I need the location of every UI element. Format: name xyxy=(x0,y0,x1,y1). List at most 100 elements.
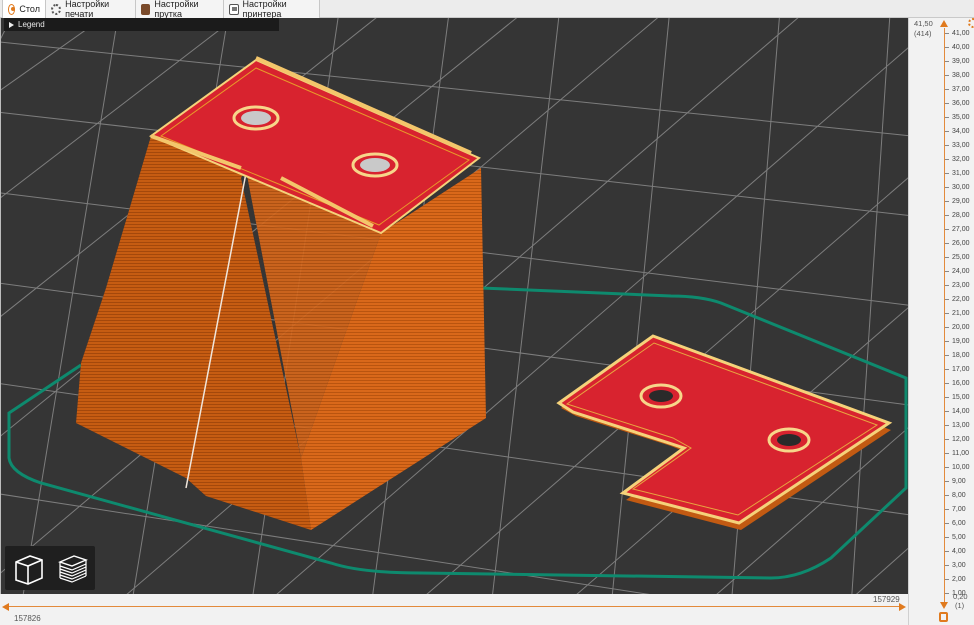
horizontal-min-label: 157826 xyxy=(14,614,41,623)
layers-view-icon[interactable] xyxy=(52,548,92,588)
vertical-tick-label: 23,00 xyxy=(952,282,970,289)
vertical-tick xyxy=(945,537,949,538)
tab-printer-settings-label: Настройки принтера xyxy=(242,0,287,19)
vertical-tick-label: 7,00 xyxy=(952,506,966,513)
vertical-tick xyxy=(945,495,949,496)
legend-label: Legend xyxy=(18,20,45,29)
vertical-tick-label: 32,00 xyxy=(952,156,970,163)
vertical-tick xyxy=(945,551,949,552)
tall-print-part xyxy=(76,56,486,530)
horizontal-max-label: 157929 xyxy=(873,595,900,604)
3d-viewport[interactable]: Legend xyxy=(0,18,908,594)
vertical-tick-label: 29,00 xyxy=(952,198,970,205)
vertical-tick xyxy=(945,369,949,370)
vertical-tick-label: 17,00 xyxy=(952,366,970,373)
tab-print-settings-label: Настройки печати xyxy=(65,0,110,19)
vertical-tick xyxy=(945,579,949,580)
tab-print-settings[interactable]: Настройки печати xyxy=(46,0,136,19)
bed-scene[interactable] xyxy=(1,18,908,594)
vertical-tick xyxy=(945,523,949,524)
vertical-tick-label: 38,00 xyxy=(952,72,970,79)
tab-plate[interactable]: Стол xyxy=(2,0,46,18)
vertical-tick xyxy=(945,257,949,258)
vertical-tick xyxy=(945,215,949,216)
vertical-tick xyxy=(945,411,949,412)
vertical-tick-label: 39,00 xyxy=(952,58,970,65)
vertical-tick xyxy=(945,425,949,426)
view-mode-buttons xyxy=(5,546,95,590)
vertical-tick xyxy=(945,355,949,356)
tab-bar: Стол Настройки печати Настройки прутка Н… xyxy=(0,0,974,19)
vertical-tick-label: 20,00 xyxy=(952,324,970,331)
vertical-tick-label: 4,00 xyxy=(952,548,966,555)
vertical-tick-label: 14,00 xyxy=(952,408,970,415)
vertical-tick-label: 8,00 xyxy=(952,492,966,499)
vertical-tick-label: 36,00 xyxy=(952,100,970,107)
vertical-tick xyxy=(945,103,949,104)
vertical-tick-label: 28,00 xyxy=(952,212,970,219)
vertical-tick-label: 35,00 xyxy=(952,114,970,121)
horizontal-slider-track[interactable] xyxy=(8,606,900,607)
lock-icon[interactable] xyxy=(939,612,948,622)
vertical-tick xyxy=(945,397,949,398)
left-thumb-icon[interactable] xyxy=(2,603,9,611)
vertical-tick-label: 15,00 xyxy=(952,394,970,401)
right-thumb-icon[interactable] xyxy=(899,603,906,611)
vertical-tick-label: 10,00 xyxy=(952,464,970,471)
vertical-tick xyxy=(945,271,949,272)
tab-printer-settings[interactable]: Настройки принтера xyxy=(224,0,320,19)
vertical-tick xyxy=(945,61,949,62)
vertical-tick-label: 3,00 xyxy=(952,562,966,569)
vertical-tick xyxy=(945,341,949,342)
vertical-tick-label: 11,00 xyxy=(952,450,969,457)
vertical-tick xyxy=(945,173,949,174)
vertical-tick xyxy=(945,509,949,510)
vertical-tick xyxy=(945,243,949,244)
vertical-tick-label: 41,00 xyxy=(952,30,970,37)
vertical-tick xyxy=(945,89,949,90)
vertical-top-value: 41,50 xyxy=(914,19,933,28)
vertical-tick xyxy=(945,33,949,34)
vertical-tick-label: 19,00 xyxy=(952,338,970,345)
iso-view-icon[interactable] xyxy=(8,548,48,588)
cog-icon[interactable] xyxy=(968,18,974,28)
vertical-tick xyxy=(945,229,949,230)
bottom-thumb-icon[interactable] xyxy=(940,602,948,609)
legend-toggle[interactable]: Legend xyxy=(4,18,279,31)
vertical-tick xyxy=(945,285,949,286)
vertical-tick-label: 24,00 xyxy=(952,268,970,275)
vertical-tick-label: 22,00 xyxy=(952,296,970,303)
top-thumb-icon[interactable] xyxy=(940,20,948,27)
vertical-tick xyxy=(945,593,949,594)
vertical-tick xyxy=(945,453,949,454)
vertical-tick xyxy=(945,117,949,118)
vertical-tick-label: 2,00 xyxy=(952,576,966,583)
plate-icon xyxy=(8,3,16,15)
vertical-tick xyxy=(945,383,949,384)
vertical-tick xyxy=(945,313,949,314)
gear-icon xyxy=(51,3,62,15)
vertical-tick xyxy=(945,439,949,440)
vertical-tick-label: 27,00 xyxy=(952,226,970,233)
vertical-tick-label: 16,00 xyxy=(952,380,970,387)
horizontal-move-slider[interactable]: 157826 157929 xyxy=(0,594,908,625)
vertical-layer-slider[interactable]: 41,50 (414) 41,00 40,00 39,00 38,00 37,00 36,… xyxy=(908,18,974,625)
vertical-tick-label: 12,00 xyxy=(952,436,970,443)
tab-filament-settings[interactable]: Настройки прутка xyxy=(136,0,224,19)
vertical-tick-label: 9,00 xyxy=(952,478,966,485)
vertical-slider-track[interactable] xyxy=(944,28,945,606)
vertical-tick xyxy=(945,75,949,76)
vertical-tick xyxy=(945,145,949,146)
vertical-top-layer: (414) xyxy=(914,29,932,38)
vertical-tick xyxy=(945,201,949,202)
vertical-tick-label: 40,00 xyxy=(952,44,970,51)
vertical-tick-label: 33,00 xyxy=(952,142,970,149)
vertical-tick xyxy=(945,187,949,188)
vertical-tick-label: 6,00 xyxy=(952,520,966,527)
vertical-tick-label: 21,00 xyxy=(952,310,970,317)
vertical-tick xyxy=(945,481,949,482)
vertical-tick-label: 37,00 xyxy=(952,86,970,93)
vertical-tick-label: 5,00 xyxy=(952,534,966,541)
vertical-tick-label: 31,00 xyxy=(952,170,970,177)
vertical-tick-label: 25,00 xyxy=(952,254,970,261)
